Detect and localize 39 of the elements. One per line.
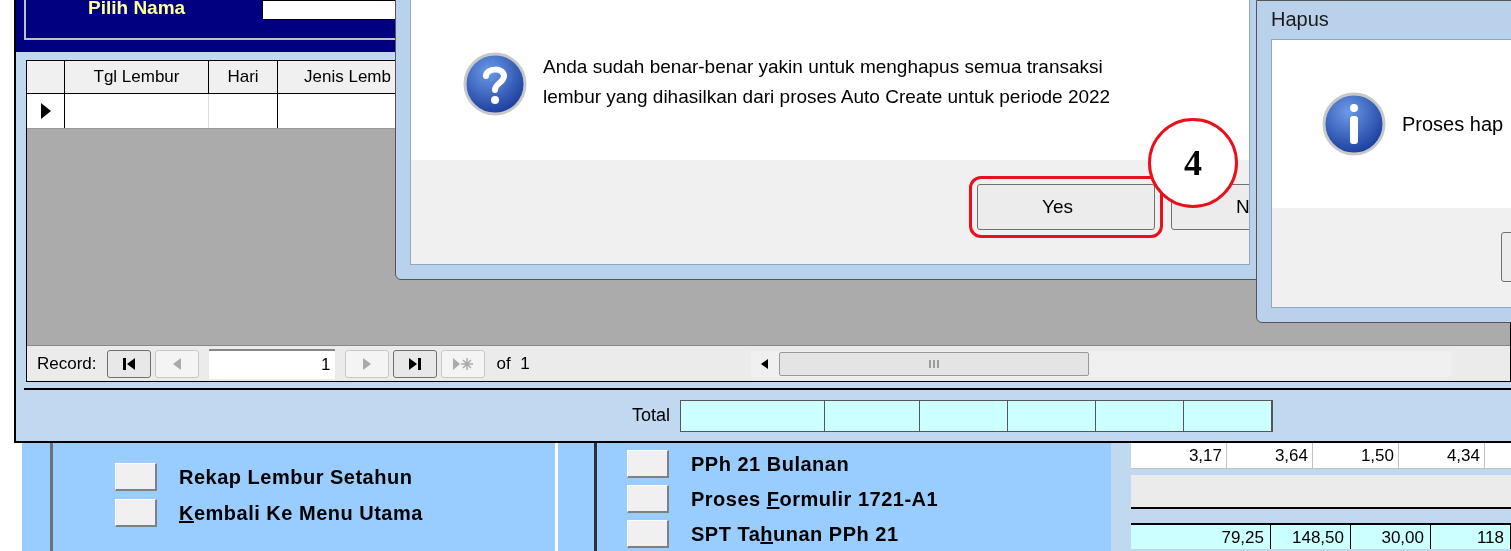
record-label: Record: bbox=[37, 352, 97, 375]
total-cell: 148,50 bbox=[1271, 525, 1351, 549]
scroll-left-icon bbox=[760, 358, 769, 369]
previous-icon bbox=[171, 356, 182, 371]
menu-label: Kembali Ke Menu Utama bbox=[179, 501, 423, 526]
menu-square-button[interactable] bbox=[115, 499, 157, 527]
dialog-button[interactable]: Yes bbox=[977, 184, 1155, 230]
first-record-button[interactable] bbox=[106, 349, 151, 378]
confirm-message: Anda sudah benar-benar yakin untuk menghapus semua transaksi lembur yang dihasilkan dari proses Auto Create untuk periode 2022 bbox=[543, 55, 1111, 109]
menu-label: SPT Tahunan PPh 21 bbox=[691, 521, 899, 547]
menu-square-button[interactable] bbox=[627, 519, 669, 548]
question-icon bbox=[463, 52, 527, 116]
last-record-icon bbox=[407, 356, 422, 371]
menu-square-button[interactable] bbox=[627, 450, 669, 479]
current-row-icon bbox=[40, 103, 51, 119]
menu-label: Proses Formulir 1721-A1 bbox=[691, 487, 939, 512]
next-icon bbox=[361, 356, 372, 371]
menu-label: Rekap Lembur Setahun bbox=[179, 465, 413, 490]
last-record-button[interactable] bbox=[392, 349, 437, 378]
total-cell: 118 bbox=[1431, 525, 1511, 549]
total-cell: 79,25 bbox=[1131, 525, 1271, 549]
first-record-icon bbox=[121, 356, 136, 371]
menu-label: PPh 21 Bulanan bbox=[691, 452, 850, 478]
total-cell: 30,00 bbox=[1351, 525, 1431, 549]
column-header[interactable]: Hari bbox=[209, 61, 278, 93]
dialog-title: Hapus bbox=[1271, 7, 1330, 32]
record-count: of 1 bbox=[496, 352, 531, 375]
column-header[interactable]: Tgl Lembur bbox=[65, 61, 209, 93]
total-label: Total bbox=[632, 404, 671, 427]
info-message: Proses hap bbox=[1402, 112, 1504, 137]
new-record-icon bbox=[451, 356, 474, 371]
scrollbar-thumb[interactable] bbox=[778, 351, 1089, 376]
name-label: Pilih Nama bbox=[88, 0, 187, 17]
menu-square-button[interactable] bbox=[627, 485, 669, 513]
info-icon bbox=[1322, 92, 1386, 156]
horizontal-scrollbar[interactable] bbox=[750, 350, 1451, 377]
grip-icon bbox=[927, 358, 940, 369]
record-number-field[interactable]: 1 bbox=[208, 348, 335, 379]
menu-square-button[interactable] bbox=[115, 463, 157, 491]
